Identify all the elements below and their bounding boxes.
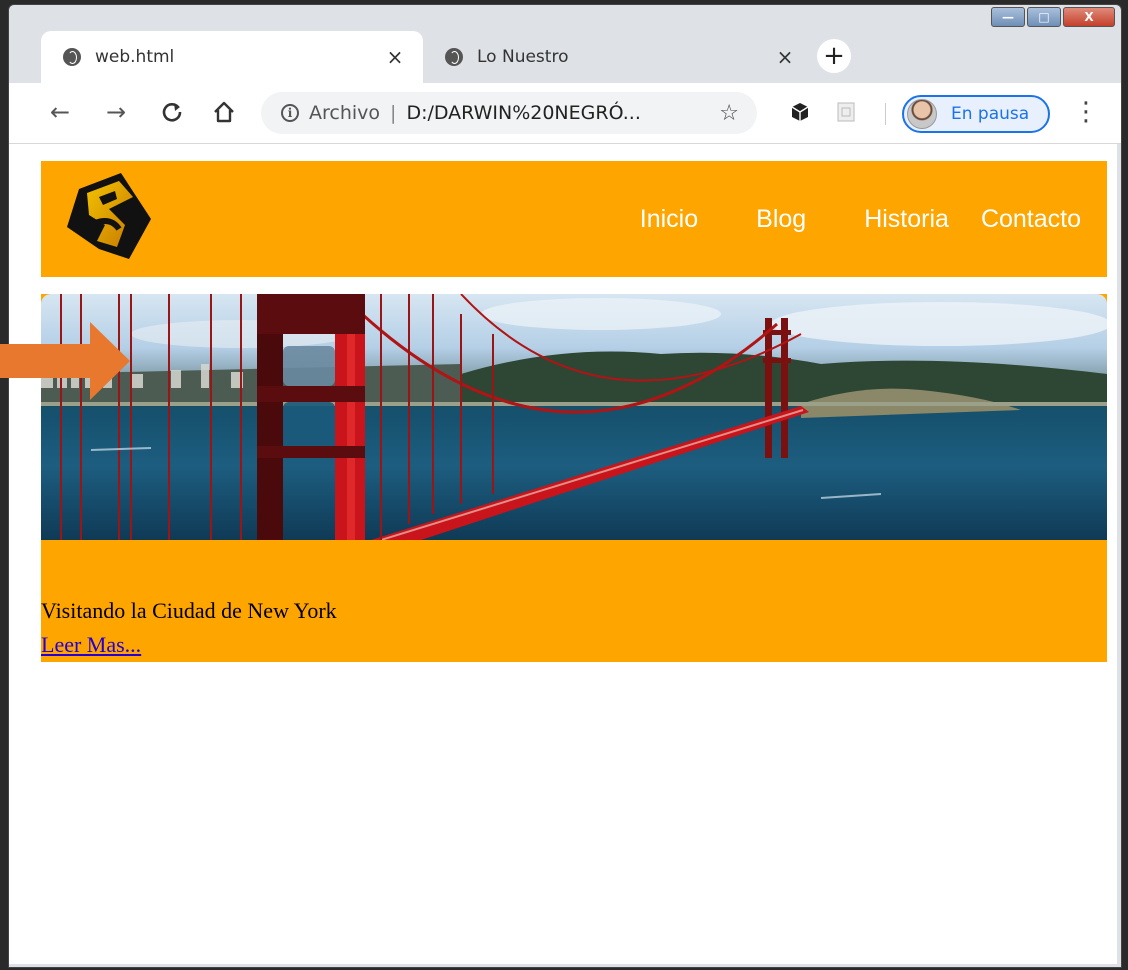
scheme-label: Archivo [309, 102, 381, 124]
tab-lo-nuestro[interactable]: Lo Nuestro × [423, 31, 813, 83]
toolbar-divider [885, 103, 886, 125]
nav-blog[interactable]: Blog [756, 205, 806, 234]
url-text[interactable]: D:/DARWIN%20NEGRÓ... [406, 102, 719, 124]
close-tab-icon[interactable]: × [775, 45, 795, 69]
tab-web-html[interactable]: web.html × [41, 31, 423, 83]
golden-gate-bridge-illustration [41, 294, 1107, 540]
read-more-link[interactable]: Leer Mas... [41, 632, 141, 658]
tab-strip: web.html × Lo Nuestro × + [9, 23, 1121, 83]
annotation-arrow-icon [0, 322, 130, 400]
new-tab-icon: + [823, 41, 845, 71]
extension-cube-icon[interactable] [789, 101, 811, 123]
reload-icon[interactable] [157, 97, 187, 127]
profile-button[interactable]: En pausa [902, 95, 1050, 133]
bridge-banner-image [41, 294, 1107, 540]
banner-caption: Visitando la Ciudad de New York [41, 598, 337, 623]
extension-page-icon[interactable] [835, 101, 857, 123]
star-icon[interactable]: ☆ [719, 101, 739, 126]
profile-status-label: En pausa [951, 104, 1030, 124]
forward-icon[interactable]: → [101, 97, 131, 127]
main-nav: Inicio Blog Historia Contacto [640, 161, 1107, 277]
nav-contacto[interactable]: Contacto [981, 205, 1081, 234]
site-header: Inicio Blog Historia Contacto [41, 161, 1107, 277]
close-tab-icon[interactable]: × [385, 45, 405, 69]
globe-icon [445, 48, 463, 66]
tab-title: Lo Nuestro [477, 47, 569, 67]
nav-historia[interactable]: Historia [864, 205, 949, 234]
tab-title: web.html [95, 47, 175, 67]
content-section: Visitando la Ciudad de New York Leer Mas… [41, 294, 1107, 662]
globe-icon [63, 48, 81, 66]
browser-toolbar: ← → i Archivo | D:/DARWIN%20NEGRÓ... ☆ E… [9, 83, 1121, 144]
menu-dots-icon[interactable]: ⋮ [1071, 97, 1101, 127]
nav-inicio[interactable]: Inicio [640, 205, 698, 234]
address-separator: | [390, 102, 397, 124]
site-logo[interactable] [59, 167, 159, 267]
new-tab-button[interactable]: + [817, 39, 851, 73]
browser-window: — □ X web.html × Lo Nuestro × + ← → i Ar… [8, 4, 1122, 968]
info-icon[interactable]: i [281, 104, 299, 122]
home-icon[interactable] [209, 97, 239, 127]
avatar [907, 99, 937, 129]
page-viewport: Inicio Blog Historia Contacto Visitando … [9, 144, 1117, 964]
back-icon[interactable]: ← [45, 97, 75, 127]
address-bar[interactable]: i Archivo | D:/DARWIN%20NEGRÓ... ☆ [261, 92, 757, 134]
